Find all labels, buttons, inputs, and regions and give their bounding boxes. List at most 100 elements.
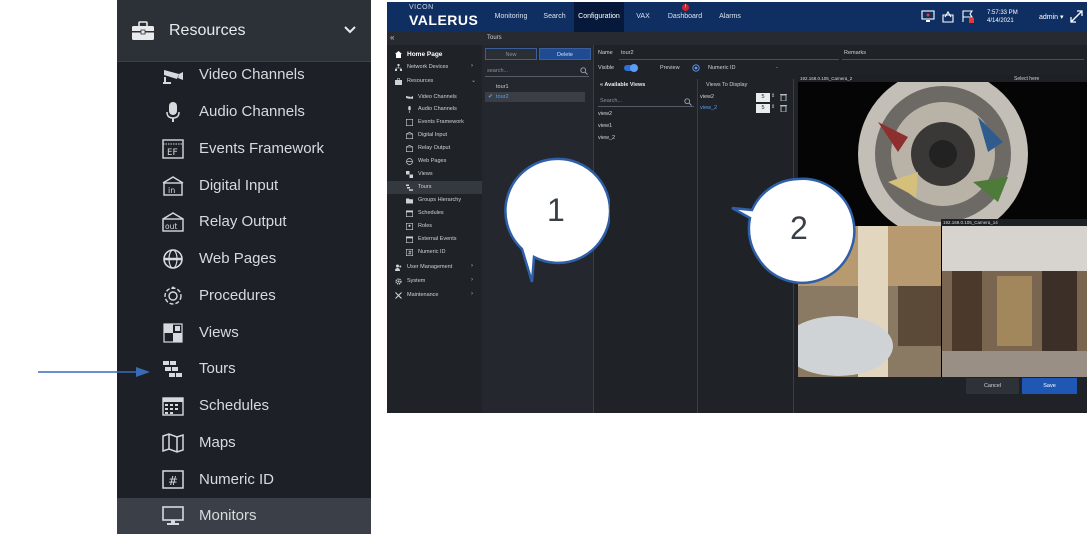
sidebar-item-label: Video Channels: [199, 66, 305, 83]
nav-label: Relay Output: [418, 145, 451, 151]
tab-monitoring[interactable]: Monitoring: [487, 2, 535, 32]
user-menu[interactable]: admin ▾: [1039, 13, 1064, 21]
name-field[interactable]: tour2: [621, 50, 634, 56]
callout-number: 1: [547, 192, 565, 228]
nav-resources[interactable]: Resources ⌄: [387, 75, 482, 88]
monitor-alert-icon[interactable]: [921, 10, 935, 23]
nav-network-devices[interactable]: Network Devices ›: [387, 61, 482, 74]
display-view-row[interactable]: view_2 5 ⇕: [700, 104, 790, 114]
name-label: Name: [598, 50, 613, 56]
nav-label: Tours: [418, 184, 432, 190]
collapse-nav-button[interactable]: «: [390, 33, 394, 42]
nav-relay-output[interactable]: Relay Output: [387, 142, 482, 155]
nav-audio-channels[interactable]: Audio Channels: [387, 103, 482, 116]
sidebar-item-maps[interactable]: Maps: [117, 425, 371, 461]
new-tour-button[interactable]: New: [485, 48, 537, 60]
microphone-icon: [166, 102, 180, 122]
available-view-item[interactable]: view1: [598, 123, 612, 129]
sidebar-item-digital-input[interactable]: in Digital Input: [117, 168, 371, 204]
numeric-id-field[interactable]: -: [776, 65, 778, 71]
available-view-item[interactable]: view2: [598, 111, 612, 117]
sidebar-item-label: Events Framework: [199, 140, 325, 157]
available-views-header[interactable]: « Available Views: [600, 82, 645, 88]
hash-icon: #: [406, 249, 413, 256]
nav-numeric-id[interactable]: # Numeric ID: [387, 246, 482, 259]
microphone-icon: [408, 106, 411, 113]
stepper-icon[interactable]: ⇕: [771, 104, 775, 110]
trash-icon[interactable]: [780, 104, 787, 112]
resources-header[interactable]: Resources: [117, 0, 371, 62]
nav-label: Resources: [407, 78, 434, 84]
camera-title-bar: 192.168.0.105_Camera_14: [941, 219, 1087, 226]
nav-home-page[interactable]: Home Page: [387, 48, 482, 61]
display-view-row[interactable]: view2 5 ⇕: [700, 93, 790, 103]
nav-label: Video Channels: [418, 94, 457, 100]
sidebar-item-label: Monitors: [199, 507, 257, 524]
tour-list-item-selected[interactable]: ✔ tour2: [485, 92, 585, 102]
camera-icon: [406, 96, 413, 99]
sidebar-item-tours[interactable]: Tours: [117, 351, 371, 387]
nav-views[interactable]: Views: [387, 168, 482, 181]
search-icon[interactable]: [580, 67, 588, 75]
tour-list-item[interactable]: tour1: [485, 82, 585, 92]
nav-user-management[interactable]: User Management ›: [387, 261, 482, 274]
svg-text:#: #: [408, 251, 412, 256]
sidebar-item-views[interactable]: Views: [117, 315, 371, 351]
delete-tour-button[interactable]: Delete: [539, 48, 591, 60]
nav-digital-input[interactable]: Digital Input: [387, 129, 482, 142]
sidebar-item-relay-output[interactable]: out Relay Output: [117, 204, 371, 240]
sidebar-item-audio-channels[interactable]: Audio Channels: [117, 94, 371, 130]
trash-icon[interactable]: [780, 93, 787, 101]
available-view-item[interactable]: view_2: [598, 135, 615, 141]
tab-dashboard[interactable]: Dashboard !: [663, 2, 707, 32]
logo-valerus: VALERUS: [409, 12, 479, 28]
nav-label: User Management: [407, 264, 453, 270]
remarks-field[interactable]: [842, 59, 1084, 60]
bookmark-export-icon[interactable]: [941, 10, 955, 23]
calendar-icon: [162, 397, 184, 416]
tab-vax[interactable]: VAX: [627, 2, 659, 32]
tab-alarms[interactable]: Alarms: [711, 2, 749, 32]
preview-radio-icon[interactable]: [692, 64, 700, 72]
sidebar-item-events-framework[interactable]: EF Events Framework: [117, 131, 371, 167]
tab-configuration[interactable]: Configuration: [574, 2, 624, 32]
visible-toggle[interactable]: [624, 64, 638, 72]
nav-system[interactable]: System ›: [387, 275, 482, 288]
sidebar-item-procedures[interactable]: Procedures: [117, 278, 371, 314]
nav-external-events[interactable]: External Events: [387, 233, 482, 246]
folder-icon: [406, 198, 413, 204]
video-feed-right: [942, 226, 1087, 377]
views-search-input[interactable]: Search...: [598, 96, 694, 107]
stepper-icon[interactable]: ⇕: [771, 93, 775, 99]
config-nav: Home Page Network Devices › Resources ⌄ …: [387, 45, 482, 413]
display-seconds-input[interactable]: 5: [756, 93, 770, 102]
flag-alarm-icon[interactable]: [961, 10, 975, 23]
events-framework-icon: EF: [162, 139, 184, 159]
nav-roles[interactable]: Roles: [387, 220, 482, 233]
chevron-right-icon: ›: [471, 263, 473, 269]
nav-schedules[interactable]: Schedules: [387, 207, 482, 220]
nav-events-framework[interactable]: Events Framework: [387, 116, 482, 129]
nav-tours[interactable]: Tours: [387, 181, 482, 194]
expand-icon[interactable]: [1070, 10, 1083, 23]
nav-groups-hierarchy[interactable]: Groups Hierarchy: [387, 194, 482, 207]
digital-input-icon: in: [162, 176, 184, 196]
tour-search-input[interactable]: search...: [485, 65, 589, 77]
sidebar-item-numeric-id[interactable]: # Numeric ID: [117, 462, 371, 498]
sidebar-item-web-pages[interactable]: Web Pages: [117, 241, 371, 277]
svg-text:EF: EF: [167, 148, 178, 158]
nav-web-pages[interactable]: Web Pages: [387, 155, 482, 168]
svg-text:in: in: [168, 186, 175, 195]
sidebar-item-video-channels[interactable]: Video Channels: [117, 57, 371, 93]
tab-search[interactable]: Search: [537, 2, 572, 32]
display-seconds-input[interactable]: 5: [756, 104, 770, 113]
sidebar-item-monitors[interactable]: Monitors: [117, 498, 371, 534]
sidebar-item-label: Relay Output: [199, 213, 287, 230]
search-icon[interactable]: [684, 98, 692, 106]
nav-maintenance[interactable]: Maintenance ›: [387, 289, 482, 302]
cancel-button[interactable]: Cancel: [966, 378, 1019, 394]
home-icon: [395, 51, 402, 58]
chevron-down-icon[interactable]: [343, 24, 357, 36]
save-button[interactable]: Save: [1022, 378, 1077, 394]
sidebar-item-schedules[interactable]: Schedules: [117, 388, 371, 424]
